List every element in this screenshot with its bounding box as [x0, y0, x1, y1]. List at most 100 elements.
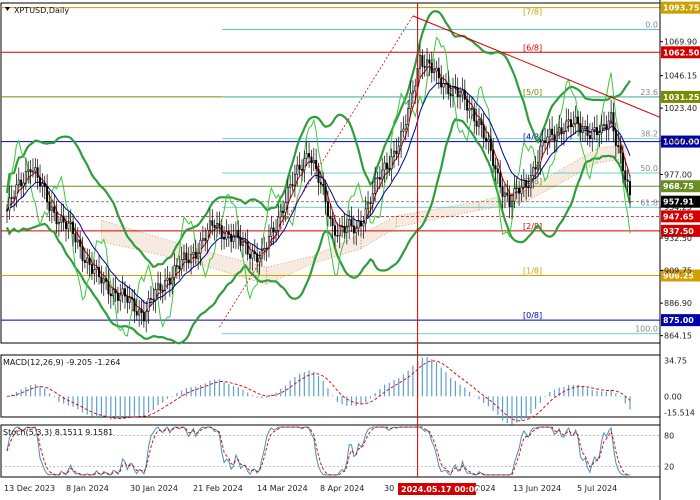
candle-body	[67, 223, 70, 230]
candle-body	[579, 123, 582, 133]
candle-body	[428, 59, 431, 64]
candle-body	[562, 131, 565, 134]
stoch-tick-label: 80	[664, 431, 674, 440]
candle-body	[22, 182, 25, 187]
candle-body	[126, 295, 129, 303]
candle-body	[244, 241, 247, 243]
candle-body	[171, 277, 174, 285]
candle-body	[161, 290, 164, 292]
candle-body	[343, 225, 346, 233]
candle-body	[383, 162, 386, 171]
macd-tick-label: 34.75	[664, 356, 687, 365]
candle-body	[79, 239, 82, 247]
candle-body	[178, 265, 181, 270]
y-tick-label: 977.00	[664, 170, 692, 179]
candle-body	[69, 221, 72, 224]
candle-body	[194, 252, 197, 259]
candle-body	[173, 265, 176, 278]
candle-body	[220, 225, 223, 238]
candle-body	[249, 254, 252, 259]
candle-body	[522, 180, 525, 188]
candle-body	[444, 83, 447, 85]
candle-body	[437, 67, 440, 79]
candle-body	[251, 251, 254, 259]
candle-body	[466, 99, 469, 111]
candle-body	[407, 108, 410, 125]
candle-body	[93, 269, 96, 274]
candle-body	[518, 187, 521, 194]
candle-body	[395, 150, 398, 155]
candle-body	[81, 246, 84, 261]
candle-body	[397, 145, 400, 155]
candle-body	[560, 127, 563, 134]
candle-body	[105, 278, 108, 282]
candle-body	[279, 210, 282, 218]
candle-body	[442, 83, 445, 88]
candle-body	[116, 292, 119, 301]
candle-body	[477, 119, 480, 127]
candle-body	[541, 140, 544, 147]
candle-body	[574, 116, 577, 125]
candle-body	[175, 265, 178, 267]
candle-body	[109, 293, 112, 297]
candle-body	[100, 276, 103, 284]
candle-body	[234, 229, 237, 237]
candle-body	[456, 87, 459, 98]
stoch-label: Stoch(5,3,3) 8.1511 9.1581	[3, 428, 113, 437]
candle-body	[536, 161, 539, 170]
stoch-tick-label: 20	[664, 463, 674, 472]
candle-body	[482, 124, 485, 139]
candle-body	[487, 138, 490, 142]
candle-body	[308, 153, 311, 158]
candle-body	[182, 252, 185, 260]
candle-body	[402, 128, 405, 132]
candle-body	[27, 169, 30, 172]
symbol-title: XPTUSD,Daily	[14, 6, 69, 15]
candle-body	[341, 225, 344, 228]
crosshair-date-text: 2024.05.17 00:00	[401, 485, 480, 494]
candle-body	[213, 225, 216, 229]
candle-body	[315, 159, 318, 170]
candle-body	[459, 94, 462, 98]
price-chart[interactable]: [7/8] 1093.75[6/8]1062.50[5/0]1031.25[4/8…	[0, 0, 700, 500]
candle-body	[572, 123, 575, 128]
fibonacci-level-label: 23.6	[640, 88, 658, 97]
candle-body	[532, 167, 535, 176]
candle-body	[223, 237, 226, 240]
candle-body	[378, 177, 381, 180]
price-level-tag-text: 968.75	[663, 182, 694, 191]
candle-body	[612, 112, 615, 132]
candle-body	[239, 237, 242, 246]
macd-tick-label: 0.00	[664, 392, 682, 401]
candle-body	[324, 185, 327, 203]
candle-body	[121, 288, 124, 296]
fibonacci-level-label: 38.2	[640, 130, 658, 139]
candle-body	[272, 227, 275, 233]
candle-body	[357, 221, 360, 229]
candle-body	[29, 169, 32, 173]
candle-body	[310, 156, 313, 164]
candle-body	[515, 187, 518, 190]
candle-body	[381, 169, 384, 180]
candle-body	[293, 173, 296, 186]
candle-body	[510, 200, 514, 207]
candle-body	[10, 197, 13, 199]
candle-body	[300, 169, 303, 171]
y-tick-label: 886.90	[664, 299, 692, 308]
candle-body	[558, 127, 561, 134]
candle-body	[166, 277, 169, 281]
candle-body	[76, 239, 79, 243]
candle-body	[577, 116, 580, 124]
fibonacci-level-label: 100.0	[635, 325, 658, 334]
candle-body	[98, 267, 101, 278]
candle-body	[34, 167, 37, 172]
candle-body	[617, 145, 620, 148]
candle-body	[246, 241, 249, 255]
current-price-tag-text: 957.91	[663, 198, 694, 207]
candle-body	[624, 170, 627, 181]
candle-body	[230, 233, 233, 242]
candle-body	[8, 197, 11, 211]
candle-body	[411, 90, 414, 94]
candle-body	[140, 308, 143, 313]
candle-body	[265, 247, 268, 250]
